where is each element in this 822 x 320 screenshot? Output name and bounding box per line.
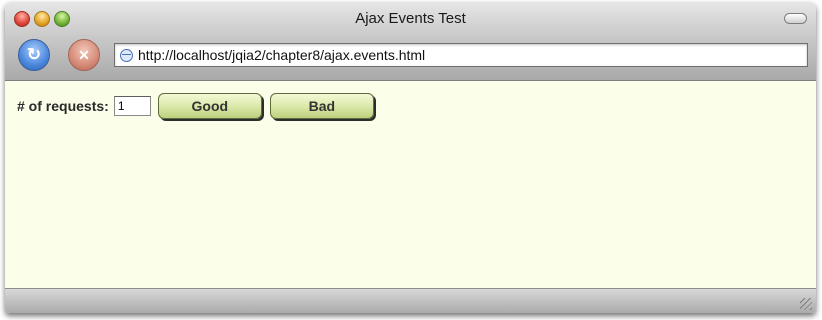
requests-label: # of requests: [17,98,109,114]
status-bar [5,288,816,313]
reload-icon: ↻ [26,45,42,64]
requests-input[interactable] [113,96,151,116]
requests-form: # of requests: Good Bad [17,93,374,119]
resize-grip-icon[interactable] [800,298,812,310]
good-button[interactable]: Good [157,93,262,119]
address-bar[interactable]: http://localhost/jqia2/chapter8/ajax.eve… [114,43,808,67]
address-url[interactable]: http://localhost/jqia2/chapter8/ajax.eve… [138,47,425,63]
stop-button[interactable]: ✕ [68,39,100,71]
bad-button[interactable]: Bad [269,93,374,119]
title-bar: Ajax Events Test ↻ ✕ http://localhost/jq… [5,2,816,81]
window-title: Ajax Events Test [355,10,466,27]
globe-icon [120,48,133,62]
reload-button[interactable]: ↻ [18,39,50,71]
page-content: # of requests: Good Bad [5,81,816,288]
browser-window: Ajax Events Test ↻ ✕ http://localhost/jq… [5,2,816,313]
toolbar-toggle-button[interactable] [784,13,807,24]
stop-icon: ✕ [78,46,90,63]
